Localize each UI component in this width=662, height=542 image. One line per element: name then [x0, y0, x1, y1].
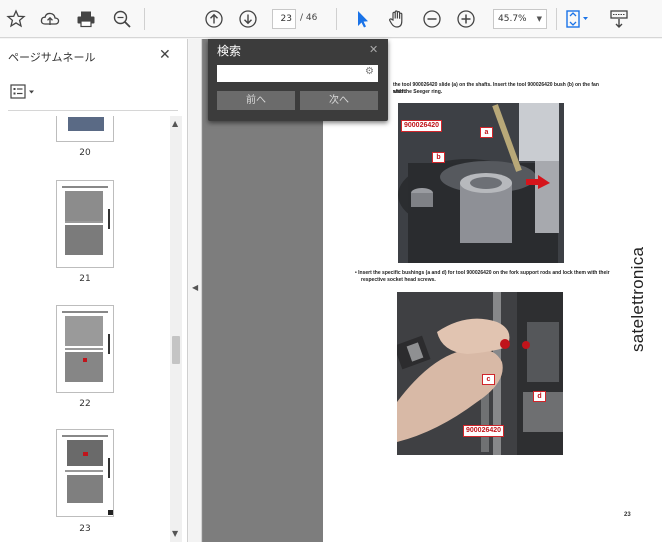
thumbnail-page[interactable] [56, 305, 114, 393]
thumbnail-scrollbar[interactable]: ▲ ▼ [170, 116, 182, 542]
close-icon[interactable]: ✕ [159, 47, 171, 63]
part-code-label: 900026420 [401, 120, 443, 132]
read-mode-icon[interactable] [607, 7, 631, 31]
gear-icon[interactable]: ⚙ [365, 66, 377, 80]
toolbar-separator [144, 8, 145, 30]
print-icon[interactable] [74, 7, 98, 31]
part-letter-label: d [533, 391, 546, 402]
find-input[interactable] [217, 65, 378, 82]
photo-tool-assembly: 900026420 a b [398, 103, 564, 263]
chevron-left-icon[interactable]: ◀ [192, 283, 198, 292]
thumbnail-sidebar: ページサムネール ✕ 20 21 22 23 ▲ ▼ [0, 39, 188, 542]
thumbnail-label: 20 [79, 148, 91, 158]
find-title: 検索 [217, 44, 242, 58]
page-up-icon[interactable] [202, 7, 226, 31]
part-letter-label: a [480, 127, 493, 138]
watermark-text: satelettronica [628, 246, 647, 352]
thumbnail-label: 21 [79, 274, 91, 284]
chevron-down-icon: ▼ [536, 15, 542, 23]
bullet-text: Insert the specific bushings (a and d) f… [358, 270, 610, 276]
thumbnail-page[interactable] [56, 116, 114, 142]
find-next-button[interactable]: 次へ [300, 91, 378, 110]
thumbnail-label: 23 [79, 524, 91, 534]
scrollbar-handle[interactable] [172, 336, 180, 364]
thumbnail-list: 20 21 22 23 [0, 116, 170, 542]
page-down-icon[interactable] [236, 7, 260, 31]
toolbar: 23 / 46 45.7% ▼ [0, 0, 662, 38]
find-previous-button[interactable]: 前へ [217, 91, 295, 110]
fit-page-icon[interactable] [562, 7, 592, 31]
part-code-label: 900026420 [463, 425, 505, 437]
toolbar-separator [336, 8, 337, 30]
thumbnail-label: 22 [79, 399, 91, 409]
scroll-up-icon[interactable]: ▲ [172, 119, 178, 128]
cloud-upload-icon[interactable] [38, 7, 62, 31]
part-letter-label: b [432, 152, 445, 163]
instruction-bullet-continued: respective socket head screws. [361, 277, 436, 283]
hand-tool-icon[interactable] [385, 7, 409, 31]
toolbar-separator [556, 8, 557, 30]
page-footer-number: 23 [624, 512, 631, 518]
sidebar-title: ページサムネール [8, 51, 96, 64]
thumbnail-options-button[interactable] [10, 84, 40, 100]
scroll-down-icon[interactable]: ▼ [172, 529, 178, 538]
instruction-bullet: • Insert the specific bushings (a and d)… [355, 270, 610, 276]
zoom-in-icon[interactable] [454, 7, 478, 31]
zoom-level-value: 45.7% [498, 14, 527, 24]
select-cursor-icon[interactable] [350, 7, 374, 31]
sidebar-collapse-strip[interactable]: ◀ [189, 39, 202, 542]
zoom-level-select[interactable]: 45.7% ▼ [493, 9, 547, 29]
thumbnail-page[interactable] [56, 180, 114, 268]
page-total: / 46 [300, 13, 318, 23]
photo-bushing-install: c d 900026420 [397, 292, 563, 455]
instruction-line: with the Seeger ring. [393, 89, 443, 95]
bookmark-star-icon[interactable] [4, 7, 28, 31]
close-icon[interactable]: ✕ [369, 43, 378, 56]
thumbnail-page[interactable] [56, 429, 114, 517]
zoom-search-icon[interactable] [110, 7, 134, 31]
sidebar-divider [8, 110, 178, 111]
zoom-out-icon[interactable] [420, 7, 444, 31]
list-options-icon [10, 84, 34, 99]
find-panel: 検索 ✕ ⚙ 前へ 次へ [208, 39, 388, 121]
page-number-input[interactable]: 23 [272, 9, 296, 29]
part-letter-label: c [482, 374, 495, 385]
